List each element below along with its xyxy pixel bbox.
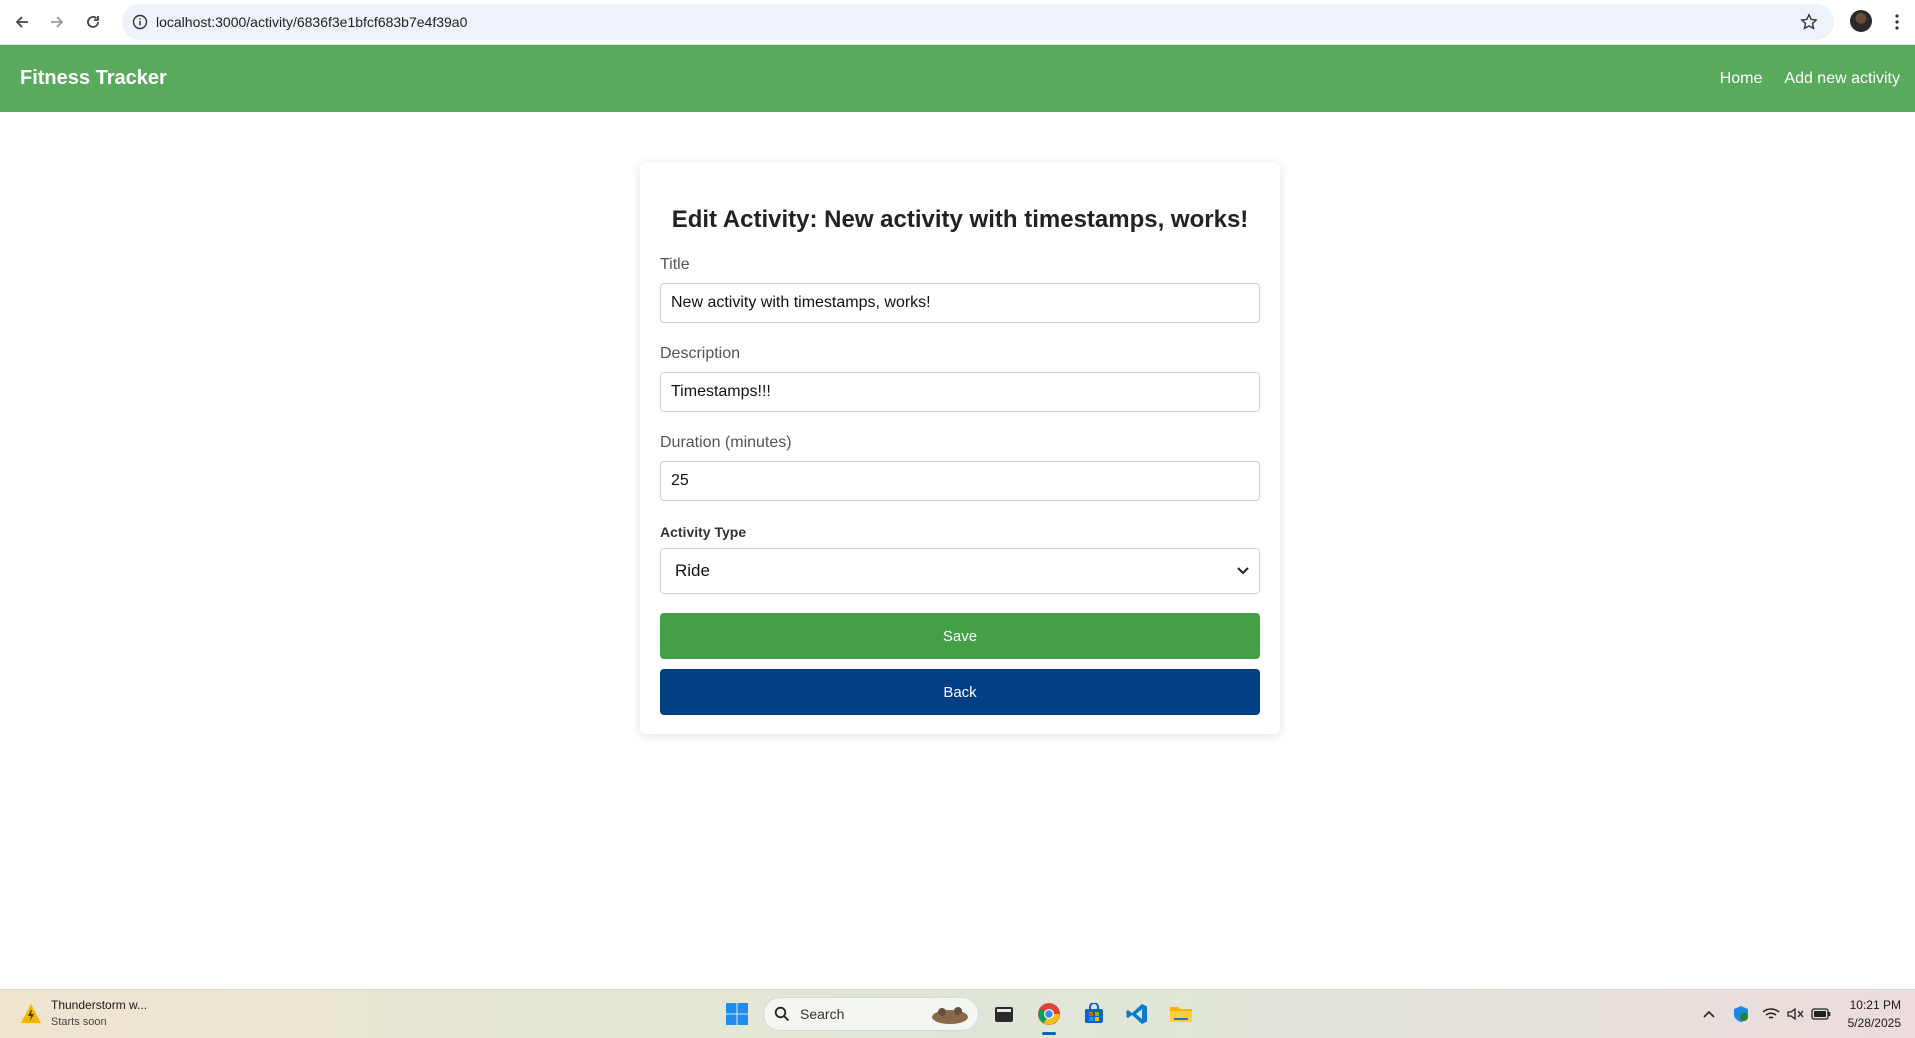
wifi-icon[interactable] (1761, 1004, 1781, 1024)
taskbar: Thunderstorm w... Starts soon Search 10:… (0, 989, 1915, 1038)
title-label: Title (660, 256, 690, 273)
description-input[interactable] (660, 372, 1260, 412)
save-button[interactable]: Save (660, 613, 1260, 659)
clock-time[interactable]: 10:21 PM (1850, 998, 1901, 1012)
search-label: Search (800, 1006, 845, 1022)
microsoft-store-icon[interactable] (1079, 999, 1109, 1029)
chevron-down-icon[interactable] (1235, 563, 1251, 579)
taskbar-search[interactable]: Search (763, 997, 979, 1031)
activity-type-value[interactable]: Ride (675, 549, 710, 593)
nav-home-link[interactable]: Home (1720, 70, 1763, 88)
browser-toolbar: localhost:3000/activity/6836f3e1bfcf683b… (0, 0, 1915, 45)
description-label: Description (660, 345, 741, 362)
title-input[interactable] (660, 283, 1260, 323)
clock-date[interactable]: 5/28/2025 (1848, 1016, 1901, 1030)
weather-subtitle[interactable]: Starts soon (51, 1016, 107, 1028)
folder-icon[interactable] (1166, 999, 1196, 1029)
back-button[interactable]: Back (660, 669, 1260, 715)
duration-input[interactable] (660, 461, 1260, 501)
edit-activity-card: Edit Activity: New activity with timesta… (640, 162, 1280, 734)
reload-icon[interactable] (81, 10, 105, 34)
app-navbar: Fitness Tracker Home Add new activity (0, 45, 1915, 112)
search-highlight-icon (932, 1007, 968, 1024)
speaker-muted-icon[interactable] (1786, 1004, 1806, 1024)
site-info-icon[interactable] (130, 12, 150, 32)
nav-links: Home Add new activity (1720, 45, 1900, 112)
duration-label: Duration (minutes) (660, 434, 792, 451)
forward-arrow-icon[interactable] (45, 10, 69, 34)
security-shield-icon[interactable] (1731, 1004, 1751, 1024)
back-arrow-icon[interactable] (10, 10, 34, 34)
kebab-menu-icon[interactable] (1886, 10, 1908, 34)
brand-title[interactable]: Fitness Tracker (20, 45, 167, 112)
chrome-icon[interactable] (1034, 999, 1064, 1035)
file-explorer-dark-icon[interactable] (989, 999, 1019, 1029)
activity-type-select[interactable]: Ride (660, 548, 1260, 594)
windows-start-icon[interactable] (725, 1002, 749, 1026)
url-text[interactable]: localhost:3000/activity/6836f3e1bfcf683b… (156, 4, 467, 40)
address-bar[interactable]: localhost:3000/activity/6836f3e1bfcf683b… (122, 4, 1834, 40)
vscode-icon[interactable] (1122, 999, 1152, 1029)
page-title: Edit Activity: New activity with timesta… (671, 206, 1249, 233)
nav-add-activity-link[interactable]: Add new activity (1784, 70, 1900, 88)
battery-icon[interactable] (1811, 1004, 1831, 1024)
weather-storm-icon[interactable] (18, 1001, 44, 1027)
search-icon (774, 1006, 790, 1022)
profile-avatar[interactable] (1850, 10, 1872, 32)
activity-type-label: Activity Type (660, 524, 747, 540)
bookmark-star-icon[interactable] (1798, 11, 1820, 33)
weather-title[interactable]: Thunderstorm w... (51, 998, 147, 1012)
chevron-up-icon[interactable] (1699, 1004, 1719, 1024)
